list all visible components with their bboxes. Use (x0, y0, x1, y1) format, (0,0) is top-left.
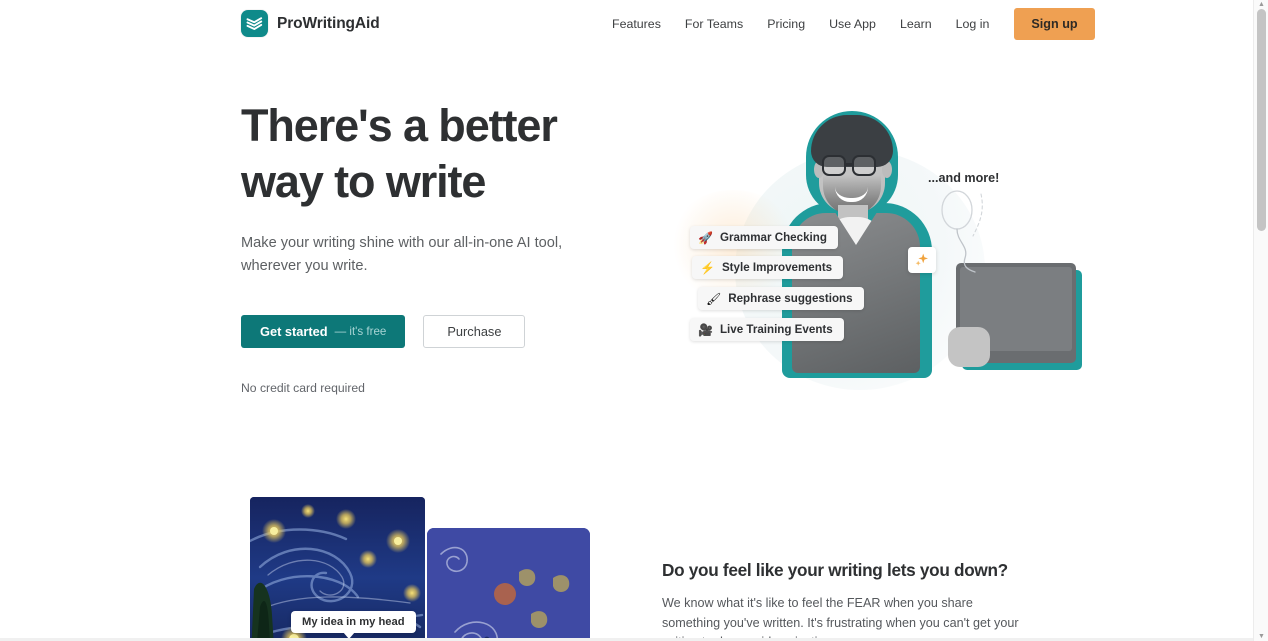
eyeglass-lens-right (852, 155, 876, 176)
eyeglass-lens-left (822, 155, 846, 176)
sparkles-icon (908, 247, 936, 273)
purchase-button[interactable]: Purchase (423, 315, 526, 348)
rocket-icon: 🚀 (698, 230, 713, 245)
caret-down-icon[interactable]: ▼ (1254, 632, 1268, 641)
no-credit-card-note: No credit card required (241, 381, 365, 395)
hero-illustration: 🚀 Grammar Checking ⚡ Style Improvements … (660, 95, 1076, 395)
feature-pill-style-improvements: ⚡ Style Improvements (692, 256, 844, 279)
movie-camera-icon: 🎥 (698, 322, 713, 337)
site-header: ProWritingAid Features For Teams Pricing… (0, 0, 1253, 48)
page-title: There's a better way to write (241, 98, 641, 210)
get-started-note: — it's free (334, 325, 387, 338)
nav-link-use-app[interactable]: Use App (817, 11, 888, 37)
balloon-icon (941, 190, 983, 273)
hero-cta-row: Get started — it's free Purchase (241, 315, 641, 348)
hero-subtitle: Make your writing shine with our all-in-… (241, 235, 563, 274)
paintbrush-icon: 🖌 (706, 291, 722, 306)
feature-pill-label: Live Training Events (719, 323, 833, 336)
get-started-label: Get started (260, 324, 328, 339)
section-body: We know what it's like to feel the FEAR … (662, 596, 1019, 641)
scrollbar-thumb[interactable] (1257, 9, 1266, 231)
section-heading: Do you feel like your writing lets you d… (662, 560, 1008, 580)
hand (948, 327, 990, 367)
nav-link-pricing[interactable]: Pricing (755, 11, 817, 37)
open-book-icon (241, 10, 268, 37)
hero-title-line-2: way to write (241, 156, 486, 207)
lightning-bolt-icon: ⚡ (700, 260, 715, 275)
feature-pill-grammar-checking: 🚀 Grammar Checking (690, 226, 838, 249)
nav-link-log-in[interactable]: Log in (944, 11, 1002, 37)
and-more-label: ...and more! (928, 171, 1000, 185)
simplified-painting-art (427, 528, 590, 641)
hero-title-line-1: There's a better (241, 100, 558, 151)
vertical-scrollbar[interactable]: ▲ ▼ (1253, 0, 1268, 641)
page-content: ProWritingAid Features For Teams Pricing… (0, 0, 1253, 641)
get-started-button[interactable]: Get started — it's free (241, 315, 406, 348)
main-navigation: Features For Teams Pricing Use App Learn… (600, 0, 1095, 48)
simplified-painting (427, 528, 590, 641)
lower-text-block: Do you feel like your writing lets you d… (662, 560, 1022, 641)
idea-in-my-head-label: My idea in my head (291, 611, 416, 639)
nav-link-learn[interactable]: Learn (888, 11, 944, 37)
feature-pill-label: Grammar Checking (719, 231, 827, 244)
nav-link-for-teams[interactable]: For Teams (673, 11, 755, 37)
feature-pill-rephrase-suggestions: 🖌 Rephrase suggestions (698, 287, 864, 310)
brand-logo[interactable]: ProWritingAid (241, 10, 380, 37)
feature-pill-label: Rephrase suggestions (728, 292, 853, 305)
sign-up-button[interactable]: Sign up (1014, 8, 1095, 40)
caret-up-icon[interactable]: ▲ (1254, 0, 1268, 9)
feature-pill-live-training-events: 🎥 Live Training Events (690, 318, 844, 341)
brand-name: ProWritingAid (277, 14, 380, 32)
hero-text-block: There's a better way to write Make your … (241, 98, 641, 395)
nav-link-features[interactable]: Features (600, 11, 673, 37)
feature-pill-label: Style Improvements (721, 261, 833, 274)
eyeglass-bridge (846, 163, 854, 166)
